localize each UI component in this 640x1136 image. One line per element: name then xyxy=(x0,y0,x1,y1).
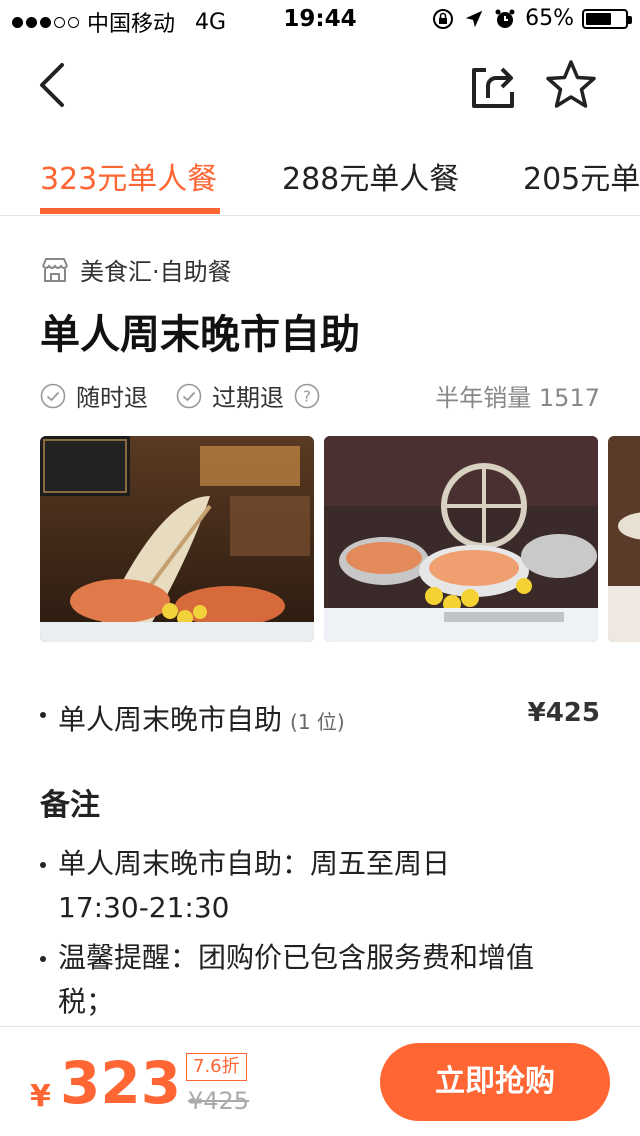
sales-count: 半年销量 1517 xyxy=(435,384,600,412)
note-item: 单人周末晚市自助：周五至周日 17:30-21:30 xyxy=(40,842,600,930)
package-name-text: 单人周末晚市自助 xyxy=(58,703,283,736)
package-tabs: 323元单人餐 288元单人餐 205元单 xyxy=(0,140,640,216)
bullet xyxy=(40,862,46,868)
store-line[interactable]: 美食汇·自助餐 xyxy=(40,252,232,287)
note-line: 温馨提醒：团购价已包含服务费和增值 xyxy=(58,941,535,974)
tab-package-205[interactable]: 205元单 xyxy=(523,154,640,215)
star-icon[interactable] xyxy=(544,58,598,112)
food-photo[interactable] xyxy=(608,436,640,642)
store-icon xyxy=(42,257,68,282)
alarm-icon xyxy=(495,9,515,28)
feature-refund-expired: 过期退 ? xyxy=(176,378,320,413)
note-item: 温馨提醒：团购价已包含服务费和增值 税； xyxy=(40,936,600,1024)
location-icon xyxy=(465,10,483,27)
nav-bar xyxy=(0,40,640,132)
package-quantity: (1 位) xyxy=(290,710,345,734)
photo-gallery[interactable] xyxy=(40,436,640,642)
package-price: ¥425 xyxy=(527,698,600,728)
battery-fill xyxy=(586,12,611,25)
feature-row: 随时退 过期退 ? 半年销量 1517 xyxy=(40,378,600,414)
store-name: 美食汇·自助餐 xyxy=(80,258,232,286)
battery-percent: 65% xyxy=(525,6,574,31)
note-line: 单人周末晚市自助：周五至周日 xyxy=(58,847,451,880)
tab-package-288[interactable]: 288元单人餐 xyxy=(282,154,459,215)
bullet xyxy=(40,956,46,962)
battery-icon xyxy=(582,8,632,29)
share-icon[interactable] xyxy=(466,60,518,112)
help-icon[interactable]: ? xyxy=(294,383,320,409)
food-photo[interactable] xyxy=(324,436,598,642)
original-price: ¥425 xyxy=(188,1087,250,1115)
buy-now-button[interactable]: 立即抢购 xyxy=(380,1043,610,1121)
package-item-name: 单人周末晚市自助 (1 位) xyxy=(58,698,345,738)
rotation-lock-icon xyxy=(433,8,454,29)
back-arrow-icon[interactable] xyxy=(30,60,80,110)
notes-heading: 备注 xyxy=(40,788,100,823)
buffet-dish-image xyxy=(608,436,640,642)
status-bar: 中国移动 4G 19:44 65% xyxy=(0,0,640,40)
feature-label: 过期退 xyxy=(212,384,284,412)
purchase-bar: ¥ 323 7.6折 ¥425 立即抢购 xyxy=(0,1026,640,1136)
discount-badge: 7.6折 xyxy=(186,1053,247,1081)
active-tab-indicator xyxy=(40,208,220,214)
check-circle-icon xyxy=(176,383,202,408)
feature-label: 随时退 xyxy=(76,384,148,412)
note-line: 17:30-21:30 xyxy=(58,891,230,924)
tab-package-323[interactable]: 323元单人餐 xyxy=(40,154,217,215)
seafood-buffet-image xyxy=(40,436,314,642)
svg-text:?: ? xyxy=(303,387,311,405)
bullet xyxy=(40,712,46,718)
food-photo[interactable] xyxy=(40,436,314,642)
currency-symbol: ¥ xyxy=(30,1079,51,1114)
feature-refund-anytime: 随时退 xyxy=(40,378,148,413)
sale-price: 323 xyxy=(60,1049,182,1117)
status-right: 65% xyxy=(431,6,632,31)
note-line: 税； xyxy=(58,985,115,1018)
deal-title: 单人周末晚市自助 xyxy=(40,312,360,358)
seafood-display-image xyxy=(324,436,598,642)
check-circle-icon xyxy=(40,383,66,408)
package-item: 单人周末晚市自助 (1 位) ¥425 xyxy=(40,698,600,738)
